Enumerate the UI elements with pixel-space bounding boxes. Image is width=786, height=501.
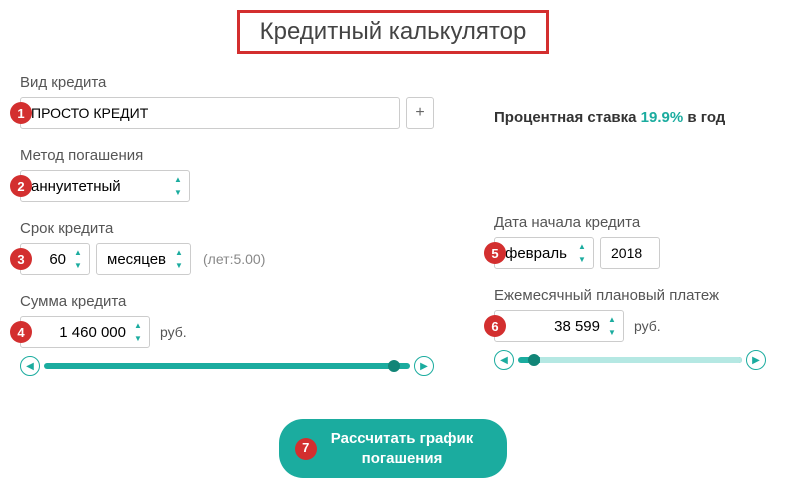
- method-up-icon[interactable]: ▲: [170, 173, 186, 186]
- amount-value[interactable]: [21, 324, 130, 341]
- amount-up-icon[interactable]: ▲: [130, 319, 146, 332]
- method-select[interactable]: ▲ ▼: [20, 170, 190, 202]
- badge-5: 5: [484, 242, 506, 264]
- payment-value[interactable]: [495, 318, 604, 335]
- rate-value: 19.9%: [641, 109, 684, 126]
- add-credit-type-button[interactable]: +: [406, 97, 434, 129]
- amount-slider[interactable]: [44, 363, 410, 369]
- month-value[interactable]: [495, 245, 574, 262]
- badge-3: 3: [10, 248, 32, 270]
- amount-label: Сумма кредита: [20, 293, 434, 310]
- badge-6: 6: [484, 315, 506, 337]
- term-unit-value[interactable]: [97, 251, 171, 268]
- method-down-icon[interactable]: ▼: [170, 186, 186, 199]
- method-label: Метод погашения: [20, 147, 434, 164]
- calculate-button-label: Рассчитать график погашения: [331, 429, 473, 468]
- payment-down-icon[interactable]: ▼: [604, 326, 620, 339]
- amount-slider-thumb[interactable]: [388, 360, 400, 372]
- method-value[interactable]: [21, 178, 170, 195]
- month-up-icon[interactable]: ▲: [574, 240, 590, 253]
- calculate-button[interactable]: 7 Рассчитать график погашения: [279, 419, 507, 478]
- rate-line: Процентная ставка 19.9% в год: [494, 109, 766, 126]
- payment-slider-left-icon[interactable]: ◀: [494, 350, 514, 370]
- term-unit-select[interactable]: ▲ ▼: [96, 243, 191, 275]
- payment-unit: руб.: [634, 318, 661, 334]
- payment-slider-thumb[interactable]: [528, 354, 540, 366]
- badge-1: 1: [10, 102, 32, 124]
- badge-7: 7: [295, 438, 317, 460]
- term-down-icon[interactable]: ▼: [70, 259, 86, 272]
- rate-prefix: Процентная ставка: [494, 109, 641, 126]
- term-label: Срок кредита: [20, 220, 434, 237]
- amount-slider-left-icon[interactable]: ◀: [20, 356, 40, 376]
- payment-label: Ежемесячный плановый платеж: [494, 287, 766, 304]
- rate-suffix: в год: [683, 109, 725, 126]
- badge-2: 2: [10, 175, 32, 197]
- payment-stepper[interactable]: ▲ ▼: [494, 310, 624, 342]
- month-down-icon[interactable]: ▼: [574, 253, 590, 266]
- payment-up-icon[interactable]: ▲: [604, 313, 620, 326]
- year-input[interactable]: [600, 237, 660, 269]
- amount-down-icon[interactable]: ▼: [130, 332, 146, 345]
- badge-4: 4: [10, 321, 32, 343]
- term-years-hint: (лет:5.00): [203, 251, 265, 267]
- credit-type-label: Вид кредита: [20, 74, 434, 91]
- page-title: Кредитный калькулятор: [237, 10, 550, 54]
- payment-slider[interactable]: [518, 357, 742, 363]
- payment-slider-right-icon[interactable]: ▶: [746, 350, 766, 370]
- start-date-label: Дата начала кредита: [494, 214, 766, 231]
- term-unit-down-icon[interactable]: ▼: [171, 259, 187, 272]
- term-unit-up-icon[interactable]: ▲: [171, 246, 187, 259]
- term-up-icon[interactable]: ▲: [70, 246, 86, 259]
- month-select[interactable]: ▲ ▼: [494, 237, 594, 269]
- amount-slider-right-icon[interactable]: ▶: [414, 356, 434, 376]
- amount-stepper[interactable]: ▲ ▼: [20, 316, 150, 348]
- credit-type-input[interactable]: [20, 97, 400, 129]
- amount-unit: руб.: [160, 324, 187, 340]
